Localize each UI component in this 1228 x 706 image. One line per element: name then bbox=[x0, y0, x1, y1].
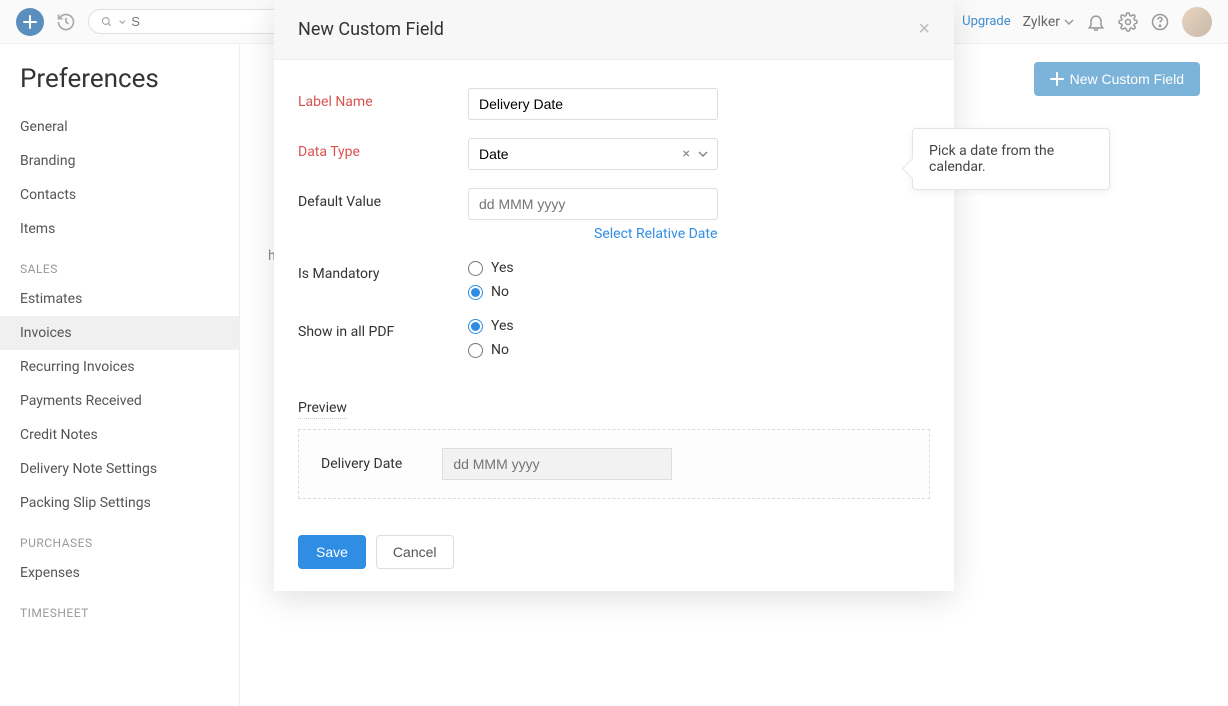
plus-icon bbox=[23, 15, 37, 29]
new-custom-field-modal: New Custom Field × Label Name Data Type … bbox=[274, 0, 954, 591]
sidebar-item-payments-received[interactable]: Payments Received bbox=[0, 384, 239, 418]
search-input[interactable] bbox=[131, 14, 275, 29]
upgrade-link[interactable]: Upgrade bbox=[962, 14, 1010, 29]
sidebar-item-invoices[interactable]: Invoices bbox=[0, 316, 239, 350]
sidebar-item-packing-slip-settings[interactable]: Packing Slip Settings bbox=[0, 486, 239, 520]
sidebar-item-contacts[interactable]: Contacts bbox=[0, 178, 239, 212]
nav-header-timesheet: TIMESHEET bbox=[0, 590, 239, 626]
default-value-label: Default Value bbox=[298, 188, 468, 210]
sidebar-item-general[interactable]: General bbox=[0, 110, 239, 144]
org-selector[interactable]: Zylker bbox=[1023, 14, 1074, 30]
cancel-button[interactable]: Cancel bbox=[376, 535, 454, 569]
sidebar-item-expenses[interactable]: Expenses bbox=[0, 556, 239, 590]
avatar[interactable] bbox=[1182, 7, 1212, 37]
pdf-yes-radio[interactable]: Yes bbox=[468, 318, 930, 334]
bell-icon[interactable] bbox=[1086, 12, 1106, 32]
modal-title: New Custom Field bbox=[298, 19, 444, 40]
preview-box: Delivery Date bbox=[298, 429, 930, 499]
search-icon bbox=[101, 15, 113, 29]
default-value-input[interactable] bbox=[468, 188, 718, 220]
preview-input bbox=[442, 448, 672, 480]
label-name-label: Label Name bbox=[298, 88, 468, 110]
chevron-down-icon bbox=[119, 18, 126, 26]
modal-header: New Custom Field × bbox=[274, 0, 954, 60]
help-icon[interactable] bbox=[1150, 12, 1170, 32]
select-relative-date-link[interactable]: Select Relative Date bbox=[594, 226, 717, 242]
sidebar-item-recurring-invoices[interactable]: Recurring Invoices bbox=[0, 350, 239, 384]
label-name-input[interactable] bbox=[468, 88, 718, 120]
preview-label: Delivery Date bbox=[321, 456, 402, 472]
chevron-down-icon[interactable] bbox=[698, 151, 708, 157]
nav-header-sales: SALES bbox=[0, 246, 239, 282]
gear-icon[interactable] bbox=[1118, 12, 1138, 32]
clear-icon[interactable]: × bbox=[683, 146, 690, 162]
close-button[interactable]: × bbox=[918, 18, 930, 41]
sidebar-item-delivery-note-settings[interactable]: Delivery Note Settings bbox=[0, 452, 239, 486]
show-pdf-label: Show in all PDF bbox=[298, 318, 468, 340]
data-type-label: Data Type bbox=[298, 138, 468, 160]
new-custom-field-button[interactable]: New Custom Field bbox=[1034, 62, 1200, 96]
mandatory-no-radio[interactable]: No bbox=[468, 284, 930, 300]
sidebar-item-branding[interactable]: Branding bbox=[0, 144, 239, 178]
history-icon[interactable] bbox=[56, 12, 76, 32]
preview-heading: Preview bbox=[298, 400, 347, 419]
save-button[interactable]: Save bbox=[298, 535, 366, 569]
pdf-no-radio[interactable]: No bbox=[468, 342, 930, 358]
mandatory-yes-radio[interactable]: Yes bbox=[468, 260, 930, 276]
search-box[interactable] bbox=[88, 9, 288, 34]
chevron-down-icon bbox=[1064, 19, 1074, 25]
plus-icon bbox=[1050, 72, 1064, 86]
data-type-select[interactable]: × bbox=[468, 138, 718, 170]
nav-header-purchases: PURCHASES bbox=[0, 520, 239, 556]
sidebar-item-credit-notes[interactable]: Credit Notes bbox=[0, 418, 239, 452]
add-button[interactable] bbox=[16, 8, 44, 36]
tooltip: Pick a date from the calendar. bbox=[912, 128, 1110, 190]
sidebar: Preferences General Branding Contacts It… bbox=[0, 44, 240, 706]
is-mandatory-label: Is Mandatory bbox=[298, 260, 468, 282]
sidebar-item-items[interactable]: Items bbox=[0, 212, 239, 246]
sidebar-item-estimates[interactable]: Estimates bbox=[0, 282, 239, 316]
page-title: Preferences bbox=[0, 64, 239, 110]
